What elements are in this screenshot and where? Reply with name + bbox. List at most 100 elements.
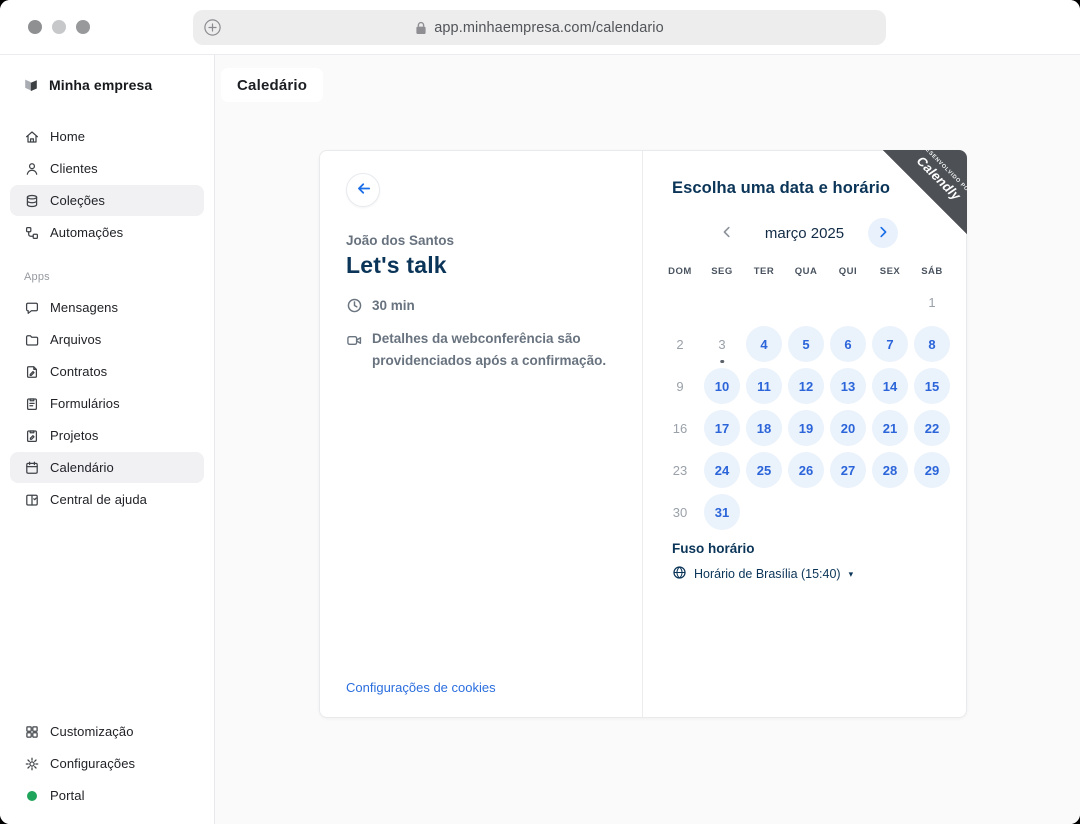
calendar-grid: 1234567891011121314151617181920212223242… — [659, 281, 966, 533]
calendar-day-25[interactable]: 25 — [746, 452, 782, 488]
cookie-settings-link[interactable]: Configurações de cookies — [346, 680, 496, 695]
calendar-day-9: 9 — [662, 368, 698, 404]
page-title-text: Caledário — [237, 77, 307, 94]
collections-icon — [24, 193, 40, 209]
calendar-day-27[interactable]: 27 — [830, 452, 866, 488]
event-title: Let's talk — [346, 252, 616, 279]
calendar-day-29[interactable]: 29 — [914, 452, 950, 488]
calendar-day-28[interactable]: 28 — [872, 452, 908, 488]
calendar-day-5[interactable]: 5 — [788, 326, 824, 362]
event-duration: 30 min — [372, 298, 415, 313]
calendar-day-8[interactable]: 8 — [914, 326, 950, 362]
sidebar-item-home[interactable]: Home — [10, 121, 204, 152]
lock-icon — [415, 21, 427, 35]
calendar-day-14[interactable]: 14 — [872, 368, 908, 404]
automations-icon — [24, 225, 40, 241]
calendar-day-30: 30 — [662, 494, 698, 530]
url-text: app.minhaempresa.com/calendario — [434, 20, 664, 36]
calendar-day-19[interactable]: 19 — [788, 410, 824, 446]
sidebar-item-label: Portal — [50, 788, 85, 803]
calendar-day-6[interactable]: 6 — [830, 326, 866, 362]
sidebar-item-portal[interactable]: Portal — [10, 780, 204, 811]
calendar-day-10[interactable]: 10 — [704, 368, 740, 404]
calendar-day-22[interactable]: 22 — [914, 410, 950, 446]
calendar-day-11[interactable]: 11 — [746, 368, 782, 404]
host-name: João dos Santos — [346, 233, 616, 248]
clients-icon — [24, 161, 40, 177]
sidebar-item-colecoes[interactable]: Coleções — [10, 185, 204, 216]
chevron-left-icon — [719, 224, 735, 243]
calendar-empty-cell — [785, 281, 827, 323]
calendar-day-16: 16 — [662, 410, 698, 446]
brand-name: Minha empresa — [49, 77, 152, 93]
prev-month-button[interactable] — [712, 218, 742, 248]
sidebar-item-configuracoes[interactable]: Configurações — [10, 748, 204, 779]
window-controls — [28, 20, 90, 34]
calendar-day-20[interactable]: 20 — [830, 410, 866, 446]
back-button[interactable] — [346, 173, 380, 207]
calendar-day-7[interactable]: 7 — [872, 326, 908, 362]
calendar-day-12[interactable]: 12 — [788, 368, 824, 404]
browser-chrome: app.minhaempresa.com/calendario — [0, 0, 1080, 55]
sidebar-item-projetos[interactable]: Projetos — [10, 420, 204, 451]
folder-icon — [24, 332, 40, 348]
close-window-button[interactable] — [28, 20, 42, 34]
calendar-empty-cell — [701, 281, 743, 323]
sidebar-item-label: Home — [50, 129, 85, 144]
weekday-header-sex: SEX — [869, 266, 911, 277]
contract-icon — [24, 364, 40, 380]
form-icon — [24, 396, 40, 412]
calendar-day-4[interactable]: 4 — [746, 326, 782, 362]
gear-icon — [24, 756, 40, 772]
webconference-note: Detalhes da webconferência são providenc… — [372, 328, 616, 373]
new-tab-icon[interactable] — [203, 18, 222, 37]
timezone-selector[interactable]: Horário de Brasília (15:40) ▾ — [672, 565, 853, 583]
event-duration-row: 30 min — [346, 297, 616, 314]
calendar-day-21[interactable]: 21 — [872, 410, 908, 446]
sidebar-footer: CustomizaçãoConfigurações Portal — [0, 715, 214, 812]
brand[interactable]: Minha empresa — [0, 71, 214, 99]
expand-window-button[interactable] — [76, 20, 90, 34]
month-label: março 2025 — [760, 225, 850, 242]
booking-card: João dos Santos Let's talk 30 min Detalh… — [319, 150, 967, 718]
calendar-day-23: 23 — [662, 452, 698, 488]
sidebar-item-clientes[interactable]: Clientes — [10, 153, 204, 184]
calendar-day-24[interactable]: 24 — [704, 452, 740, 488]
weekday-header-qui: QUI — [827, 266, 869, 277]
calendar-day-17[interactable]: 17 — [704, 410, 740, 446]
sidebar-item-automacoes[interactable]: Automações — [10, 217, 204, 248]
weekday-header-ter: TER — [743, 266, 785, 277]
calendar-day-15[interactable]: 15 — [914, 368, 950, 404]
calendar-day-18[interactable]: 18 — [746, 410, 782, 446]
webconference-row: Detalhes da webconferência são providenc… — [346, 328, 616, 373]
sidebar: Minha empresa Home ClientesColeçõesAutoma… — [0, 55, 215, 824]
weekday-headers: DOMSEGTERQUAQUISEXSÁB — [659, 266, 966, 277]
sidebar-item-calendario[interactable]: Calendário — [10, 452, 204, 483]
timezone-value: Horário de Brasília (15:40) — [694, 567, 841, 581]
help-icon — [24, 492, 40, 508]
address-bar[interactable]: app.minhaempresa.com/calendario — [193, 10, 886, 45]
minimize-window-button[interactable] — [52, 20, 66, 34]
sidebar-item-label: Arquivos — [50, 332, 101, 347]
weekday-header-dom: DOM — [659, 266, 701, 277]
sidebar-item-central-de-ajuda[interactable]: Central de ajuda — [10, 484, 204, 515]
sidebar-item-formularios[interactable]: Formulários — [10, 388, 204, 419]
calendar-icon — [24, 460, 40, 476]
portal-status-icon — [27, 791, 37, 801]
sidebar-item-contratos[interactable]: Contratos — [10, 356, 204, 387]
calendar-day-1: 1 — [914, 284, 950, 320]
scheduler-panel: Escolha uma data e horário março 2025 — [643, 151, 966, 717]
customization-icon — [24, 724, 40, 740]
calendly-ribbon: DESENVOLVIDO POR Calendly — [883, 150, 967, 234]
timezone-heading: Fuso horário — [672, 541, 966, 556]
calendar-day-26[interactable]: 26 — [788, 452, 824, 488]
calendar-day-13[interactable]: 13 — [830, 368, 866, 404]
sidebar-item-mensagens[interactable]: Mensagens — [10, 292, 204, 323]
project-icon — [24, 428, 40, 444]
sidebar-item-arquivos[interactable]: Arquivos — [10, 324, 204, 355]
sidebar-item-label: Central de ajuda — [50, 492, 147, 507]
sidebar-item-label: Contratos — [50, 364, 107, 379]
calendar-day-31[interactable]: 31 — [704, 494, 740, 530]
messages-icon — [24, 300, 40, 316]
sidebar-item-customizacao[interactable]: Customização — [10, 716, 204, 747]
